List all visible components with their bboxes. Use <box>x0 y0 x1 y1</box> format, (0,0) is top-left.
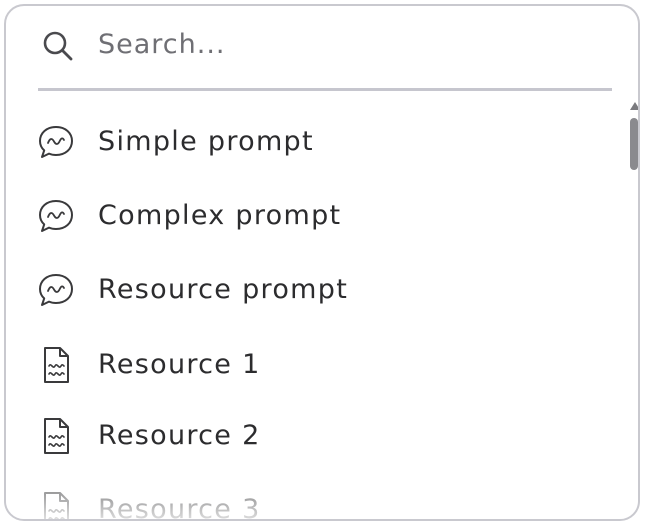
search-row <box>6 6 638 90</box>
list-item-label: Resource 3 <box>98 494 261 521</box>
search-input[interactable] <box>98 22 598 66</box>
scrollbar-thumb[interactable] <box>630 118 638 170</box>
list-item-resource-prompt[interactable]: Resource prompt <box>6 260 616 320</box>
message-bubble-icon <box>39 200 73 232</box>
scroll-up-arrow-icon[interactable] <box>630 102 638 110</box>
list-item-complex-prompt[interactable]: Complex prompt <box>6 186 616 246</box>
command-palette: Simple prompt Complex prompt Resource pr… <box>4 4 640 521</box>
list-item-resource-2[interactable]: Resource 2 <box>6 406 616 466</box>
list-item-label: Resource 1 <box>98 349 261 380</box>
list-item-label: Complex prompt <box>98 200 342 231</box>
list-item-label: Simple prompt <box>98 126 314 157</box>
divider <box>38 88 612 91</box>
list-item-label: Resource prompt <box>98 274 349 305</box>
message-bubble-icon <box>39 274 73 306</box>
list-item-label: Resource 2 <box>98 420 261 451</box>
document-icon <box>44 347 69 383</box>
document-icon <box>44 492 69 519</box>
message-bubble-icon <box>39 126 73 158</box>
list-item-resource-3[interactable]: Resource 3 <box>6 480 616 521</box>
list-item-simple-prompt[interactable]: Simple prompt <box>6 112 616 172</box>
document-icon <box>44 418 69 454</box>
results-list: Simple prompt Complex prompt Resource pr… <box>6 102 626 521</box>
list-item-resource-1[interactable]: Resource 1 <box>6 335 616 395</box>
search-icon <box>43 31 73 61</box>
